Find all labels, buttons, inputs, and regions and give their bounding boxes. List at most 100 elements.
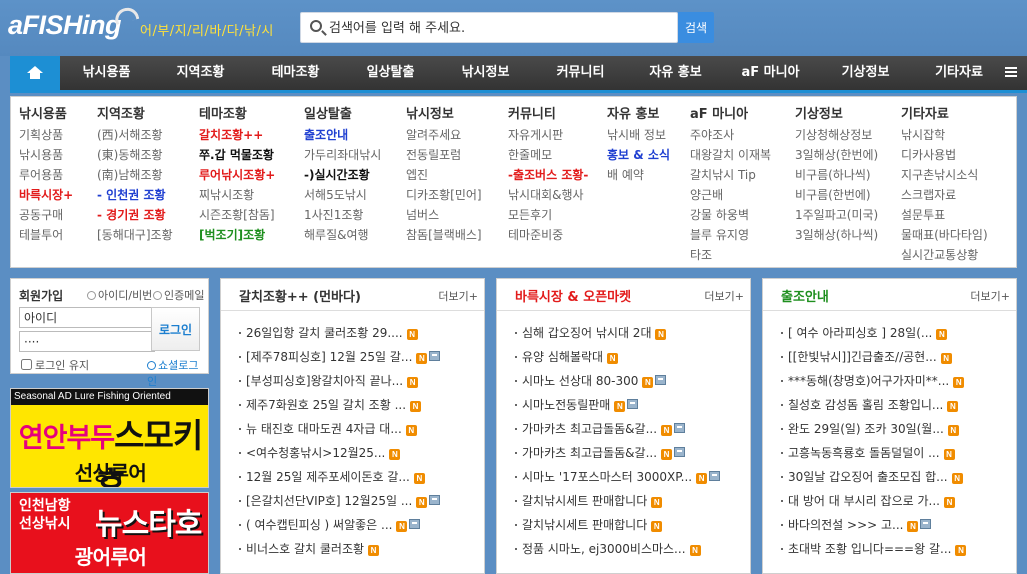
mega-menu-item[interactable]: 스크랩자료 <box>901 185 988 205</box>
mega-menu-item[interactable]: 한줄메모 <box>508 145 588 165</box>
mega-menu-item[interactable]: 해루질&여행 <box>304 225 381 245</box>
post-title[interactable]: 제주7화원호 25일 갈치 조황 ... <box>246 398 406 412</box>
remember-checkbox[interactable] <box>21 359 32 370</box>
remember-login-checkbox[interactable]: 로그인 유지 <box>21 357 89 373</box>
mega-menu-item[interactable]: 주야조사 <box>690 125 771 145</box>
board-post-item[interactable]: 시마노 '17포스마스터 3000XP... N <box>515 465 721 489</box>
mega-menu-item[interactable]: 알려주세요 <box>406 125 482 145</box>
board-post-item[interactable]: 시마노 선상대 80-300 N <box>515 369 720 393</box>
post-title[interactable]: 초대박 조황 입니다===왕 갈... <box>788 542 951 556</box>
mega-menu-item[interactable]: 출조안내 <box>304 125 381 145</box>
mega-menu-heading[interactable]: 커뮤니티 <box>508 105 588 125</box>
board-post-item[interactable]: [제주78피싱호] 12월 25일 갈... N <box>239 345 441 369</box>
board-post-item[interactable]: 제주7화원호 25일 갈치 조황 ... N <box>239 393 440 417</box>
mega-menu-item[interactable]: 자유게시판 <box>508 125 588 145</box>
post-title[interactable]: 30일날 갑오징어 출조모집 합... <box>788 470 948 484</box>
find-account-link[interactable]: 아이디/비번 <box>87 287 152 303</box>
mega-menu-item[interactable]: 실시간교통상황 <box>901 245 988 265</box>
mega-menu-item[interactable]: -)실시간조황 <box>304 165 381 185</box>
mega-menu-item[interactable]: 배 예약 <box>607 165 670 185</box>
post-title[interactable]: [[한빛낚시]]긴급출조//공현... <box>788 350 937 364</box>
mega-menu-item[interactable]: 기상청해상정보 <box>795 125 878 145</box>
nav-item[interactable]: 낚시용품 <box>60 56 153 90</box>
mega-menu-item[interactable]: 1주일파고(미국) <box>795 205 878 225</box>
board-post-item[interactable]: <여수청홍낚시>12월25... N <box>239 441 440 465</box>
board-post-item[interactable]: ***동해(창명호)어구가자미**... N <box>781 369 966 393</box>
board-more-link[interactable]: 더보기+ <box>970 288 1010 304</box>
mega-menu-item[interactable]: 1사진1조황 <box>304 205 381 225</box>
post-title[interactable]: ( 여수캡틴피싱 ) 써알좋은 ... <box>246 518 392 532</box>
mega-menu-item[interactable]: [동해대구]조황 <box>97 225 173 245</box>
mega-menu-item[interactable]: (南)남해조황 <box>97 165 173 185</box>
mega-menu-item[interactable]: 갈치조황++ <box>199 125 275 145</box>
board-title[interactable]: 갈치조황++ (먼바다) <box>239 286 361 305</box>
post-title[interactable]: ***동해(창명호)어구가자미**... <box>788 374 949 388</box>
post-title[interactable]: 26일입항 갈치 쿨러조황 29.... <box>246 326 403 340</box>
board-post-item[interactable]: 완도 29일(일) 조카 30일(월... N <box>781 417 966 441</box>
board-post-item[interactable]: 고흥녹동흑룡호 돌돔덜덜이 ... N <box>781 441 966 465</box>
nav-item[interactable]: 낚시정보 <box>438 56 533 90</box>
board-post-item[interactable]: 유양 심해볼락대 N <box>515 345 720 369</box>
mega-menu-item[interactable]: 기획상품 <box>19 125 73 145</box>
board-post-item[interactable]: 12월 25일 제주포세이돈호 갈... N <box>239 465 440 489</box>
mega-menu-heading[interactable]: 지역조황 <box>97 105 173 125</box>
mega-menu-item[interactable]: (東)동해조황 <box>97 145 173 165</box>
post-title[interactable]: 비너스호 갈치 쿨러조황 <box>246 542 364 556</box>
mega-menu-item[interactable]: 모든후기 <box>508 205 588 225</box>
mega-menu-item[interactable]: 3일해상(하나씩) <box>795 225 878 245</box>
post-title[interactable]: 대 방어 대 부시리 잡으로 가... <box>788 494 940 508</box>
board-post-item[interactable]: 가마카츠 최고급돌돔&갈... N <box>515 441 720 465</box>
mega-menu-item[interactable]: 비구름(하나씩) <box>795 165 878 185</box>
post-title[interactable]: <여수청홍낚시>12월25... <box>246 446 385 460</box>
post-title[interactable]: [은갈치선단VIP호] 12월25일 ... <box>246 494 412 508</box>
board-post-item[interactable]: [ 여수 아라피싱호 ] 28일(... N <box>781 321 966 345</box>
post-title[interactable]: 심해 갑오징어 낚시대 2대 <box>522 326 651 340</box>
nav-item[interactable]: 커뮤니티 <box>533 56 628 90</box>
board-post-item[interactable]: 시마노전동릴판매 N <box>515 393 720 417</box>
mega-menu-item[interactable]: 디카조황[민어] <box>406 185 482 205</box>
mega-menu-item[interactable]: 루어용품 <box>19 165 73 185</box>
nav-home-button[interactable] <box>10 56 60 90</box>
mega-menu-item[interactable]: 비구름(한번에) <box>795 185 878 205</box>
signup-link[interactable]: 회원가입 <box>19 287 63 304</box>
board-post-item[interactable]: 정품 시마노, ej3000비스마스... N <box>515 537 720 561</box>
nav-item[interactable]: 자유 홍보 <box>628 56 723 90</box>
mega-menu-item[interactable]: 낚시배 정보 <box>607 125 670 145</box>
mega-menu-item[interactable]: 설문투표 <box>901 205 988 225</box>
mega-menu-heading[interactable]: aF 마니아 <box>690 105 771 125</box>
mega-menu-item[interactable]: 루어낚시조황+ <box>199 165 275 185</box>
mega-menu-heading[interactable]: 낚시용품 <box>19 105 73 125</box>
post-title[interactable]: 시마노전동릴판매 <box>522 398 610 412</box>
post-title[interactable]: 갈치낚시세트 판매합니다 <box>522 494 647 508</box>
board-title[interactable]: 출조안내 <box>781 286 829 305</box>
board-post-item[interactable]: 칠성호 감성돔 홀림 조황입니... N <box>781 393 966 417</box>
board-post-item[interactable]: 뉴 태진호 대마도권 4자급 대... N <box>239 417 440 441</box>
nav-item[interactable]: 일상탈출 <box>343 56 438 90</box>
search-button[interactable]: 검색 <box>678 12 714 43</box>
post-title[interactable]: [제주78피싱호] 12월 25일 갈... <box>246 350 412 364</box>
post-title[interactable]: [부성피싱호]왕갈치아직 끝나... <box>246 374 403 388</box>
mega-menu-item[interactable]: 디카사용법 <box>901 145 988 165</box>
mega-menu-item[interactable]: 블루 유지영 <box>690 225 771 245</box>
verify-mail-link[interactable]: 인증메일 <box>153 287 204 303</box>
post-title[interactable]: [ 여수 아라피싱호 ] 28일(... <box>788 326 932 340</box>
board-post-item[interactable]: ( 여수캡틴피싱 ) 써알좋은 ... N <box>239 513 440 537</box>
search-input[interactable] <box>329 17 669 39</box>
post-title[interactable]: 바다의전설 >>> 고... <box>788 518 903 532</box>
post-title[interactable]: 12월 25일 제주포세이돈호 갈... <box>246 470 410 484</box>
post-title[interactable]: 시마노 '17포스마스터 3000XP... <box>522 470 692 484</box>
mega-menu-item[interactable]: 테블투어 <box>19 225 73 245</box>
mega-menu-heading[interactable]: 자유 홍보 <box>607 105 670 125</box>
nav-item[interactable]: 테마조황 <box>248 56 343 90</box>
post-title[interactable]: 정품 시마노, ej3000비스마스... <box>522 542 686 556</box>
nav-item[interactable]: 기타자료 <box>913 56 1005 90</box>
social-login-link[interactable]: 쇼셜로그인 <box>147 357 208 389</box>
post-title[interactable]: 갈치낚시세트 판매합니다 <box>522 518 647 532</box>
mega-menu-item[interactable]: 전동릴포럼 <box>406 145 482 165</box>
mega-menu-item[interactable]: 홍보 & 소식 <box>607 145 670 165</box>
mega-menu-item[interactable]: 바륵시장+ <box>19 185 73 205</box>
mega-menu-item[interactable]: - 경기권 조황 <box>97 205 173 225</box>
post-title[interactable]: 시마노 선상대 80-300 <box>522 374 638 388</box>
board-post-item[interactable]: 갈치낚시세트 판매합니다 N <box>515 489 720 513</box>
board-post-item[interactable]: 심해 갑오징어 낚시대 2대 N <box>515 321 720 345</box>
